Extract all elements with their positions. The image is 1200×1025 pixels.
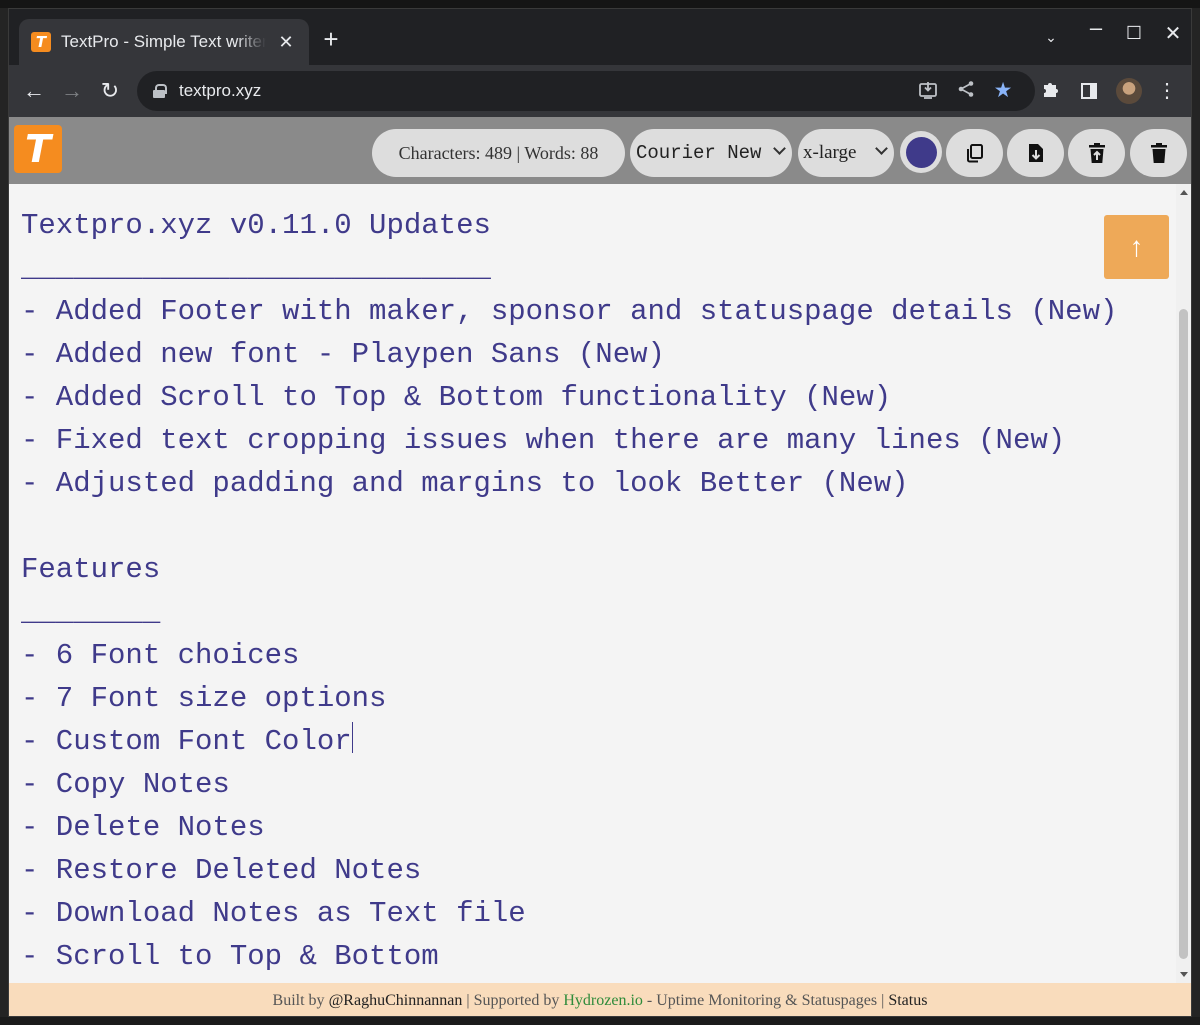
kebab-menu-icon[interactable]: ⋮ — [1155, 79, 1179, 103]
tab-strip: T TextPro - Simple Text writer ✕ + ⌄ – ☐… — [9, 9, 1191, 65]
restore-button[interactable] — [1068, 129, 1125, 177]
browser-tab[interactable]: T TextPro - Simple Text writer ✕ — [19, 19, 309, 65]
footer-sponsor-link[interactable]: Hydrozen.io — [563, 992, 643, 1010]
chevron-down-icon — [773, 142, 786, 155]
url-text[interactable]: textpro.xyz — [179, 81, 261, 101]
back-arrow-icon[interactable]: ← — [21, 78, 47, 104]
address-bar[interactable]: textpro.xyz ★ — [137, 71, 1035, 111]
forward-arrow-icon[interactable]: → — [59, 78, 85, 104]
favicon-icon: T — [31, 32, 51, 52]
tab-title: TextPro - Simple Text writer — [61, 32, 266, 51]
color-swatch — [905, 136, 937, 168]
scroll-down-arrow-icon[interactable] — [1180, 972, 1188, 977]
side-panel-icon[interactable] — [1077, 79, 1101, 103]
avatar[interactable] — [1116, 78, 1142, 104]
reload-icon[interactable]: ↻ — [97, 78, 123, 104]
app-header: T Characters: 489 | Words: 88 Courier Ne… — [9, 117, 1191, 184]
textpro-logo[interactable]: T — [14, 125, 62, 173]
scrollbar-thumb[interactable] — [1179, 309, 1188, 959]
scroll-up-arrow-icon[interactable] — [1180, 190, 1188, 195]
footer-maker-link[interactable]: @RaghuChinnannan — [329, 992, 463, 1010]
close-tab-icon[interactable]: ✕ — [275, 32, 297, 53]
browser-toolbar: ← → ↻ textpro.xyz ★ ⋮ — [9, 65, 1191, 117]
puzzle-icon[interactable] — [1039, 79, 1063, 103]
font-family-value: Courier New — [636, 142, 762, 164]
font-size-value: x-large — [803, 142, 857, 163]
lock-icon[interactable] — [153, 84, 167, 98]
page-footer: Built by @RaghuChinnannan | Supported by… — [9, 983, 1191, 1016]
delete-button[interactable] — [1130, 129, 1187, 177]
notes-text-before-caret: Textpro.xyz v0.11.0 Updates ____________… — [21, 209, 1118, 758]
download-icon — [1028, 144, 1043, 162]
font-size-select[interactable]: x-large — [798, 129, 894, 177]
footer-sponsor-desc: - Uptime Monitoring & Statuspages | — [642, 991, 889, 1009]
scroll-to-top-button[interactable]: ↑ — [1104, 215, 1169, 279]
font-family-select[interactable]: Courier New — [630, 129, 792, 177]
restore-icon — [1088, 143, 1105, 163]
trash-icon — [1150, 143, 1167, 163]
chevron-down-icon — [875, 142, 888, 155]
web-page: T Characters: 489 | Words: 88 Courier Ne… — [9, 117, 1191, 1016]
install-icon[interactable] — [917, 80, 939, 102]
footer-status-link[interactable]: Status — [888, 992, 927, 1010]
footer-built-by: Built by — [272, 991, 329, 1009]
close-window-icon[interactable]: ✕ — [1161, 21, 1185, 46]
desktop-background-right — [1192, 8, 1200, 1025]
font-color-picker[interactable] — [900, 131, 942, 173]
tab-search-chevron-icon[interactable]: ⌄ — [1039, 29, 1063, 46]
text-caret — [351, 722, 353, 753]
desktop-background-left — [0, 8, 8, 1025]
star-icon[interactable]: ★ — [992, 80, 1014, 102]
footer-supported-by: | Supported by — [462, 991, 564, 1009]
copy-icon — [966, 144, 983, 163]
minimize-icon[interactable]: – — [1084, 15, 1108, 41]
new-tab-button[interactable]: + — [319, 26, 343, 52]
notes-text-after-caret: - Copy Notes - Delete Notes - Restore De… — [21, 768, 526, 973]
scrollbar[interactable] — [1176, 184, 1191, 983]
copy-button[interactable] — [946, 129, 1003, 177]
desktop-background-bottom — [0, 1017, 1200, 1025]
browser-window: T TextPro - Simple Text writer ✕ + ⌄ – ☐… — [8, 8, 1192, 1017]
character-word-count: Characters: 489 | Words: 88 — [372, 129, 625, 177]
notes-textarea[interactable]: Textpro.xyz v0.11.0 Updates ____________… — [21, 204, 1171, 994]
desktop-background — [0, 0, 1200, 8]
share-icon[interactable] — [955, 80, 977, 102]
maximize-icon[interactable]: ☐ — [1122, 23, 1146, 44]
download-button[interactable] — [1007, 129, 1064, 177]
